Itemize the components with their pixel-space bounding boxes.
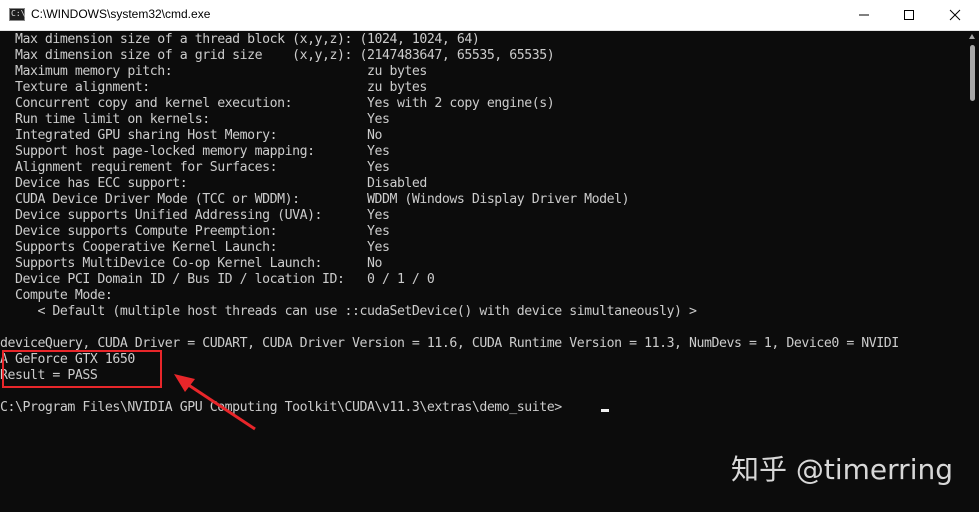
maximize-icon	[904, 10, 914, 20]
console-line: Concurrent copy and kernel execution: Ye…	[0, 96, 555, 111]
console-line: Run time limit on kernels: Yes	[0, 112, 390, 127]
console-line: Alignment requirement for Surfaces: Yes	[0, 160, 390, 175]
maximize-button[interactable]	[886, 0, 932, 30]
console-line: Texture alignment: zu bytes	[0, 80, 427, 95]
console-line: Support host page-locked memory mapping:…	[0, 144, 390, 159]
annotation-arrow-icon	[174, 374, 256, 431]
console-line: Device supports Unified Addressing (UVA)…	[0, 208, 390, 223]
close-icon	[949, 9, 961, 21]
console-line: Device PCI Domain ID / Bus ID / location…	[0, 272, 435, 287]
console-prompt: C:\Program Files\NVIDIA GPU Computing To…	[0, 400, 562, 415]
console-line: < Default (multiple host threads can use…	[0, 304, 697, 319]
console-line: Maximum memory pitch: zu bytes	[0, 64, 427, 79]
minimize-button[interactable]	[841, 0, 887, 30]
window-title: C:\WINDOWS\system32\cmd.exe	[31, 7, 211, 21]
console-line: Max dimension size of a grid size (x,y,z…	[0, 48, 555, 63]
vertical-scrollbar[interactable]	[966, 31, 979, 512]
title-bar[interactable]: C:\ C:\WINDOWS\system32\cmd.exe	[0, 0, 979, 31]
highlight-box	[2, 350, 162, 388]
scroll-up-icon[interactable]	[969, 34, 975, 39]
minimize-icon	[859, 14, 869, 16]
console-line: Supports Cooperative Kernel Launch: Yes	[0, 240, 390, 255]
console-line: Compute Mode:	[0, 288, 113, 303]
watermark: 知乎 @timerring	[731, 453, 953, 486]
console-line: Integrated GPU sharing Host Memory: No	[0, 128, 382, 143]
console-line: Device supports Compute Preemption: Yes	[0, 224, 390, 239]
cmd-icon-label: C:\	[11, 9, 26, 18]
console-line: Max dimension size of a thread block (x,…	[0, 32, 480, 47]
console-output[interactable]: Max dimension size of a thread block (x,…	[0, 31, 966, 512]
console-line: CUDA Device Driver Mode (TCC or WDDM): W…	[0, 192, 630, 207]
console-line: Supports MultiDevice Co-op Kernel Launch…	[0, 256, 382, 271]
close-button[interactable]	[932, 0, 978, 30]
text-cursor	[601, 409, 609, 412]
scrollbar-thumb[interactable]	[970, 45, 975, 101]
console-line: Device has ECC support: Disabled	[0, 176, 427, 191]
cmd-icon[interactable]: C:\	[9, 8, 25, 21]
